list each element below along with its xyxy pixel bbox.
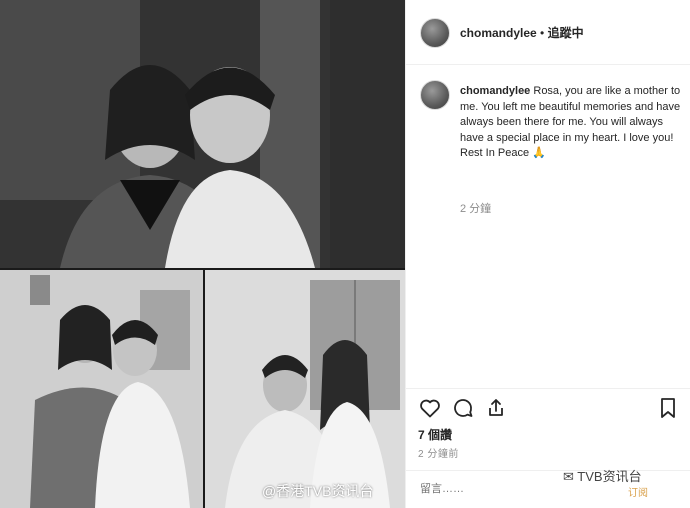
post-header: chomandylee • 追蹤中 [406,0,690,65]
share-icon[interactable] [484,396,508,420]
divider [406,388,690,389]
comment-icon[interactable] [451,396,475,420]
photo-top [0,0,405,268]
wechat-account-name: TVB资讯台 [577,469,642,484]
post-photo-collage[interactable]: @香港TVB资讯台 [0,0,405,508]
avatar[interactable] [420,18,450,48]
divider [406,470,690,471]
username-link[interactable]: chomandylee [460,26,537,40]
heart-icon[interactable] [418,396,442,420]
wechat-icon: ✉ [563,469,574,484]
caption-timestamp: 2 分鐘 [460,203,492,215]
bookmark-icon[interactable] [656,396,680,420]
weibo-watermark: @香港TVB资讯台 [262,483,374,499]
wechat-watermark: ✉ TVB资讯台 [563,466,642,485]
post-detail-panel: chomandylee • 追蹤中 chomandylee Rosa, you … [405,0,690,508]
photo-bottom-right [205,270,405,508]
post-time: 2 分鐘前 [418,449,459,460]
separator-dot: • [536,26,548,40]
wechat-subscribe-label: 订阅 [628,488,648,499]
like-count[interactable]: 7 個讚 [418,426,452,443]
follow-status[interactable]: 追蹤中 [548,26,584,40]
photo-bottom-left [0,270,203,508]
post-caption: chomandylee Rosa, you are like a mother … [460,84,682,162]
header-username-line: chomandylee • 追蹤中 [460,24,584,41]
caption-avatar[interactable] [420,80,450,110]
caption-username[interactable]: chomandylee [460,85,530,97]
comment-input[interactable] [418,478,562,500]
